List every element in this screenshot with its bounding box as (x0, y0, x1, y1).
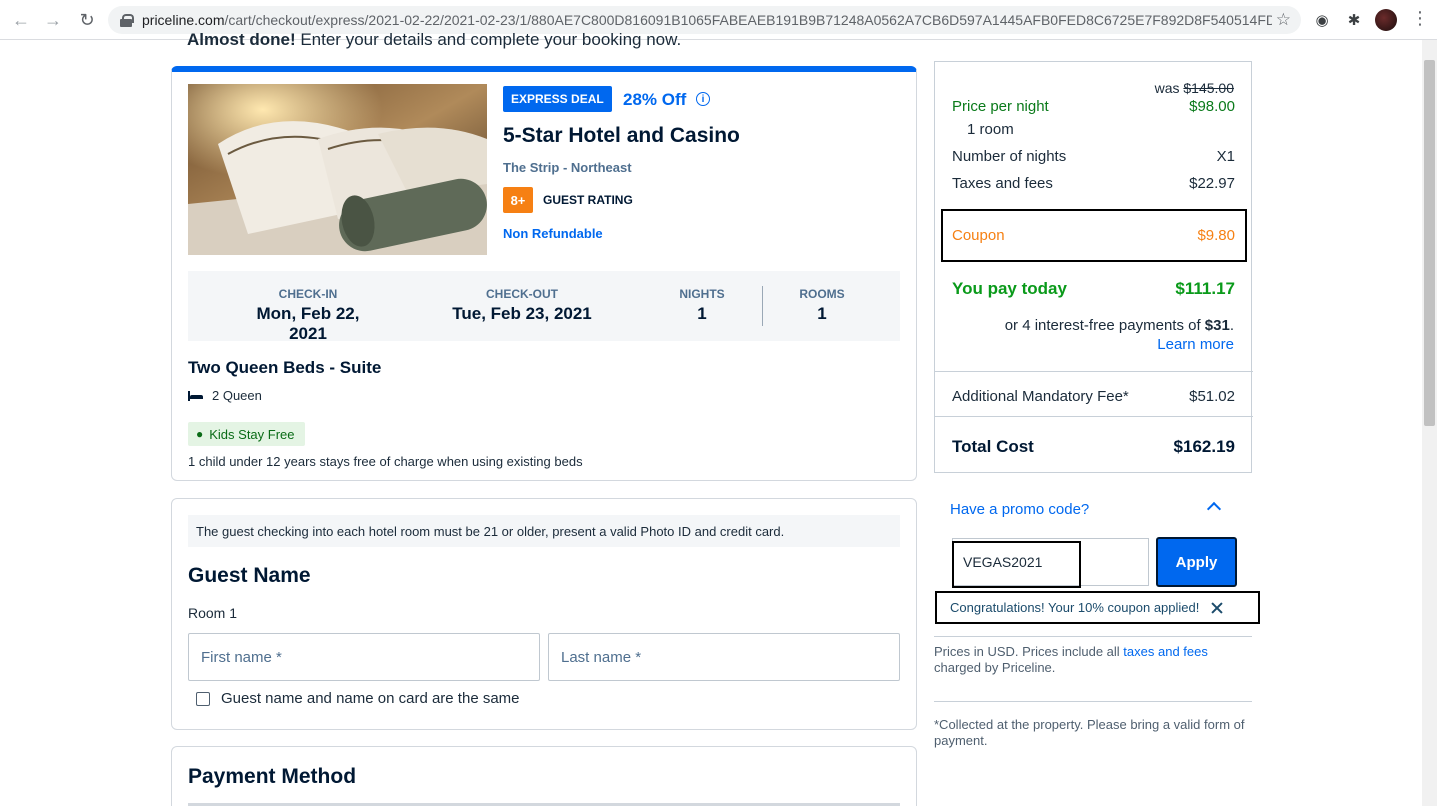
checkin-label: CHECK-IN (278, 287, 338, 301)
last-name-input[interactable]: Last name * (548, 633, 900, 681)
lock-icon (120, 14, 134, 27)
page-scrollbar[interactable] (1422, 40, 1437, 806)
guest-name-heading: Guest Name (188, 564, 311, 587)
browser-menu-icon[interactable]: ⋮ (1411, 8, 1429, 29)
checkout-block: CHECK-OUT Tue, Feb 23, 2021 (450, 287, 594, 324)
stroller-icon: ● (196, 427, 204, 441)
rooms-block: ROOMS 1 (792, 287, 852, 324)
extension-icon[interactable]: ◉ (1312, 10, 1332, 30)
room-type: Two Queen Beds - Suite (188, 358, 382, 377)
hotel-summary-card: EXPRESS DEAL 28% Off i 5-Star Hotel and … (171, 66, 917, 481)
installments-note: or 4 interest-free payments of $31. (1004, 317, 1234, 334)
mandatory-fee-row: Additional Mandatory Fee* $51.02 (952, 388, 1235, 405)
guest-rating-label: GUEST RATING (543, 193, 633, 207)
learn-more-link[interactable]: Learn more (1157, 336, 1234, 353)
total-cost-row: Total Cost $162.19 (952, 437, 1235, 456)
taxes-and-fees-link[interactable]: taxes and fees (1123, 644, 1208, 659)
reload-icon[interactable]: ↻ (72, 5, 102, 35)
same-name-label: Guest name and name on card are the same (221, 690, 520, 707)
payment-method-card: Payment Method (171, 746, 917, 806)
taxes-row: Taxes and fees $22.97 (952, 175, 1235, 192)
pay-today-row: You pay today $111.17 (952, 279, 1235, 298)
guest-age-notice: The guest checking into each hotel room … (188, 515, 900, 547)
checkout-label: CHECK-OUT (486, 287, 558, 301)
coupon-row: Coupon $9.80 (952, 227, 1235, 244)
forward-arrow-icon[interactable]: → (38, 5, 68, 35)
back-arrow-icon[interactable]: ← (6, 5, 36, 35)
kids-stay-free-tag: ● Kids Stay Free (188, 422, 305, 446)
payment-method-heading: Payment Method (188, 765, 357, 788)
prices-note: Prices in USD. Prices include all taxes … (934, 644, 1208, 675)
url-text: priceline.com/cart/checkout/express/2021… (142, 12, 1272, 28)
bookmark-star-icon[interactable]: ☆ (1276, 10, 1291, 30)
refund-policy: Non Refundable (503, 226, 603, 241)
nights-row: Number of nights X1 (952, 148, 1235, 165)
price-per-night-row: Price per night $98.00 (952, 98, 1235, 115)
guest-details-card: The guest checking into each hotel room … (171, 498, 917, 730)
original-price: was $145.00 (1154, 80, 1234, 96)
rooms-value: 1 (817, 304, 827, 323)
checkin-value: Mon, Feb 22, 2021 (256, 304, 360, 343)
guest-rating-badge: 8+ (503, 187, 533, 213)
footnote-divider (934, 636, 1252, 637)
apply-button[interactable]: Apply (1156, 537, 1237, 587)
rooms-note: 1 room (967, 121, 1014, 138)
profile-avatar[interactable] (1375, 9, 1397, 31)
stay-dates-panel: CHECK-IN Mon, Feb 22, 2021 CHECK-OUT Tue… (188, 271, 900, 344)
rooms-label: ROOMS (799, 287, 845, 301)
summary-divider (935, 371, 1253, 372)
bed-label: 2 Queen (212, 388, 262, 403)
first-name-input[interactable]: First name * (188, 633, 540, 681)
room-label: Room 1 (188, 605, 238, 621)
promo-code-value[interactable]: VEGAS2021 (952, 541, 1081, 588)
nights-block: NIGHTS 1 (672, 287, 732, 324)
info-icon[interactable]: i (696, 92, 710, 106)
express-deal-badge: EXPRESS DEAL (503, 86, 612, 112)
puzzle-extensions-icon[interactable]: ✱ (1344, 10, 1364, 30)
coupon-success-text: Congratulations! Your 10% coupon applied… (950, 600, 1200, 615)
bed-icon (188, 390, 204, 401)
nights-value: 1 (697, 304, 707, 323)
hotel-location: The Strip - Northeast (503, 160, 632, 175)
hotel-photo (188, 84, 487, 255)
kids-policy-note: 1 child under 12 years stays free of cha… (188, 454, 583, 469)
same-name-option[interactable]: Guest name and name on card are the same (196, 690, 520, 707)
promo-code-toggle[interactable]: Have a promo code? (950, 501, 1089, 518)
collected-note: *Collected at the property. Please bring… (934, 717, 1245, 748)
summary-divider (935, 416, 1253, 417)
footnote-divider (934, 701, 1252, 702)
kids-tag-label: Kids Stay Free (209, 426, 295, 442)
price-summary-card: was $145.00 Price per night $98.00 1 room… (934, 61, 1253, 473)
nights-label: NIGHTS (679, 287, 725, 301)
checkout-value: Tue, Feb 23, 2021 (452, 304, 592, 323)
scrollbar-thumb[interactable] (1424, 60, 1435, 426)
bed-info: 2 Queen (188, 388, 262, 403)
coupon-success-message: Congratulations! Your 10% coupon applied… (935, 591, 1260, 624)
close-icon[interactable] (1211, 602, 1223, 614)
same-name-checkbox[interactable] (196, 691, 210, 706)
checkin-block: CHECK-IN Mon, Feb 22, 2021 (236, 287, 380, 344)
chevron-up-icon[interactable] (1206, 501, 1222, 517)
page-heading: Almost done! Enter your details and comp… (187, 30, 682, 49)
hotel-name: 5-Star Hotel and Casino (503, 124, 740, 147)
dates-divider (762, 286, 763, 326)
discount-label: 28% Off (623, 90, 687, 109)
